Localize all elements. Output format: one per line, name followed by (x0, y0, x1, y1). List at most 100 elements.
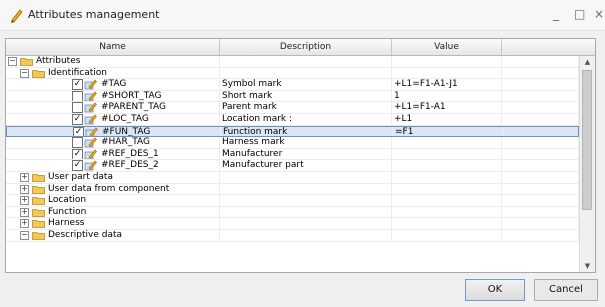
tree-row[interactable]: − Attributes (6, 56, 579, 68)
tree-row[interactable]: ✓ #REF_DES_1 Manufacturer (6, 148, 579, 161)
value-cell[interactable] (392, 171, 502, 183)
collapse-icon[interactable]: − (20, 68, 29, 78)
tag-pencil-icon (85, 127, 98, 137)
folder-label: Descriptive data (48, 229, 123, 240)
description-cell: Manufacturer (220, 148, 392, 160)
attribute-name: #FUN_TAG (102, 126, 151, 137)
attribute-name: #REF_DES_2 (101, 160, 159, 171)
value-cell[interactable] (392, 56, 502, 67)
name-cell: #PARENT_TAG (6, 102, 220, 113)
tree-row[interactable]: ✓ #LOC_TAG Location mark : +L1 (6, 113, 579, 126)
value-cell[interactable] (392, 195, 502, 206)
tree-row[interactable]: #HAR_TAG Harness mark (6, 137, 579, 149)
name-cell: + User part data (6, 171, 220, 183)
value-cell[interactable]: 1 (392, 90, 502, 102)
attribute-checkbox[interactable]: ✓ (73, 126, 84, 137)
tree-row[interactable]: ✓ #REF_DES_2 Manufacturer part (6, 160, 579, 172)
close-button[interactable]: × (594, 8, 604, 20)
tree-row[interactable]: ✓ #TAG Symbol mark +L1=F1-A1-J1 (6, 79, 579, 91)
value-cell[interactable]: +L1=F1-A1 (392, 102, 502, 113)
name-cell: #HAR_TAG (6, 137, 220, 148)
attribute-name: #SHORT_TAG (101, 90, 162, 101)
filler-cell (502, 56, 579, 67)
tree-row[interactable]: + Function (6, 206, 579, 219)
scroll-up-arrow-icon[interactable]: ▲ (580, 56, 595, 68)
attribute-checkbox[interactable] (72, 102, 83, 113)
tag-pencil-icon (84, 102, 97, 113)
folder-icon (32, 196, 45, 206)
tree-row[interactable]: + Location (6, 195, 579, 207)
value-cell[interactable] (392, 160, 502, 171)
tag-pencil-icon (84, 79, 97, 90)
tree-row[interactable]: + User data from component (6, 183, 579, 196)
value-cell[interactable] (392, 148, 502, 160)
description-cell (220, 206, 392, 218)
folder-icon (32, 219, 45, 229)
value-cell[interactable] (392, 218, 502, 229)
column-header-description[interactable]: Description (220, 39, 392, 55)
scroll-down-arrow-icon[interactable]: ▼ (580, 260, 595, 272)
cancel-button[interactable]: Cancel (534, 279, 598, 301)
name-cell: + User data from component (6, 183, 220, 195)
value-cell[interactable] (392, 67, 502, 79)
collapse-icon[interactable]: − (8, 57, 17, 66)
attribute-checkbox[interactable]: ✓ (72, 148, 83, 160)
attribute-checkbox[interactable]: ✓ (72, 79, 83, 90)
folder-label: Harness (48, 218, 85, 229)
folder-icon (32, 185, 45, 194)
minimize-button[interactable]: _ (553, 8, 559, 20)
ok-button[interactable]: OK (465, 279, 525, 301)
attributes-tree-grid[interactable]: Name Description Value − Attributes − Ident… (5, 38, 596, 273)
attribute-checkbox[interactable]: ✓ (72, 160, 83, 171)
attribute-checkbox[interactable]: ✓ (72, 113, 83, 125)
filler-cell (503, 126, 580, 137)
expand-icon[interactable]: + (20, 172, 29, 182)
scrollbar-thumb[interactable] (582, 70, 592, 210)
folder-label: User part data (48, 171, 113, 182)
expand-icon[interactable]: + (20, 207, 29, 217)
tree-row[interactable]: − Identification (6, 67, 579, 80)
maximize-button[interactable]: □ (574, 8, 585, 20)
value-cell[interactable] (392, 183, 502, 195)
value-cell[interactable] (392, 229, 502, 241)
vertical-scrollbar[interactable]: ▲ ▼ (579, 56, 595, 272)
expand-icon[interactable]: + (20, 196, 29, 206)
folder-icon (32, 231, 45, 240)
name-cell: ✓ #TAG (6, 79, 220, 90)
name-cell: + Location (6, 195, 220, 206)
description-cell (220, 195, 392, 206)
value-cell[interactable] (392, 137, 502, 148)
name-cell: ✓ #FUN_TAG (7, 126, 221, 137)
tree-row[interactable]: #SHORT_TAG Short mark 1 (6, 90, 579, 103)
collapse-icon[interactable]: − (20, 230, 29, 240)
column-header-name[interactable]: Name (6, 39, 220, 55)
expand-icon[interactable]: + (20, 219, 29, 229)
column-header-value[interactable]: Value (392, 39, 502, 55)
description-cell (220, 171, 392, 183)
description-cell: Location mark : (220, 113, 392, 125)
tree-row[interactable]: ✓ #FUN_TAG Function mark =F1 (6, 125, 580, 138)
filler-cell (502, 148, 579, 160)
value-cell[interactable]: +L1=F1-A1-J1 (392, 79, 502, 90)
tag-pencil-icon (84, 137, 97, 148)
filler-cell (502, 137, 579, 148)
name-cell: + Function (6, 206, 220, 218)
grid-header: Name Description Value (6, 39, 595, 56)
name-cell: + Harness (6, 218, 220, 229)
tree-row[interactable]: #PARENT_TAG Parent mark +L1=F1-A1 (6, 102, 579, 114)
tree-row[interactable]: − Descriptive data (6, 229, 579, 242)
attribute-checkbox[interactable] (72, 90, 83, 102)
description-cell: Symbol mark (220, 79, 392, 90)
expand-icon[interactable]: + (20, 184, 29, 194)
tag-pencil-icon (84, 160, 97, 171)
value-cell[interactable] (392, 206, 502, 218)
tree-row[interactable]: + User part data (6, 171, 579, 184)
description-cell: Short mark (220, 90, 392, 102)
attribute-name: #PARENT_TAG (101, 102, 166, 113)
value-cell[interactable]: =F1 (393, 126, 503, 137)
description-cell (220, 67, 392, 79)
attribute-checkbox[interactable] (72, 137, 83, 148)
tree-row[interactable]: + Harness (6, 218, 579, 230)
value-cell[interactable]: +L1 (392, 113, 502, 125)
description-cell (220, 183, 392, 195)
